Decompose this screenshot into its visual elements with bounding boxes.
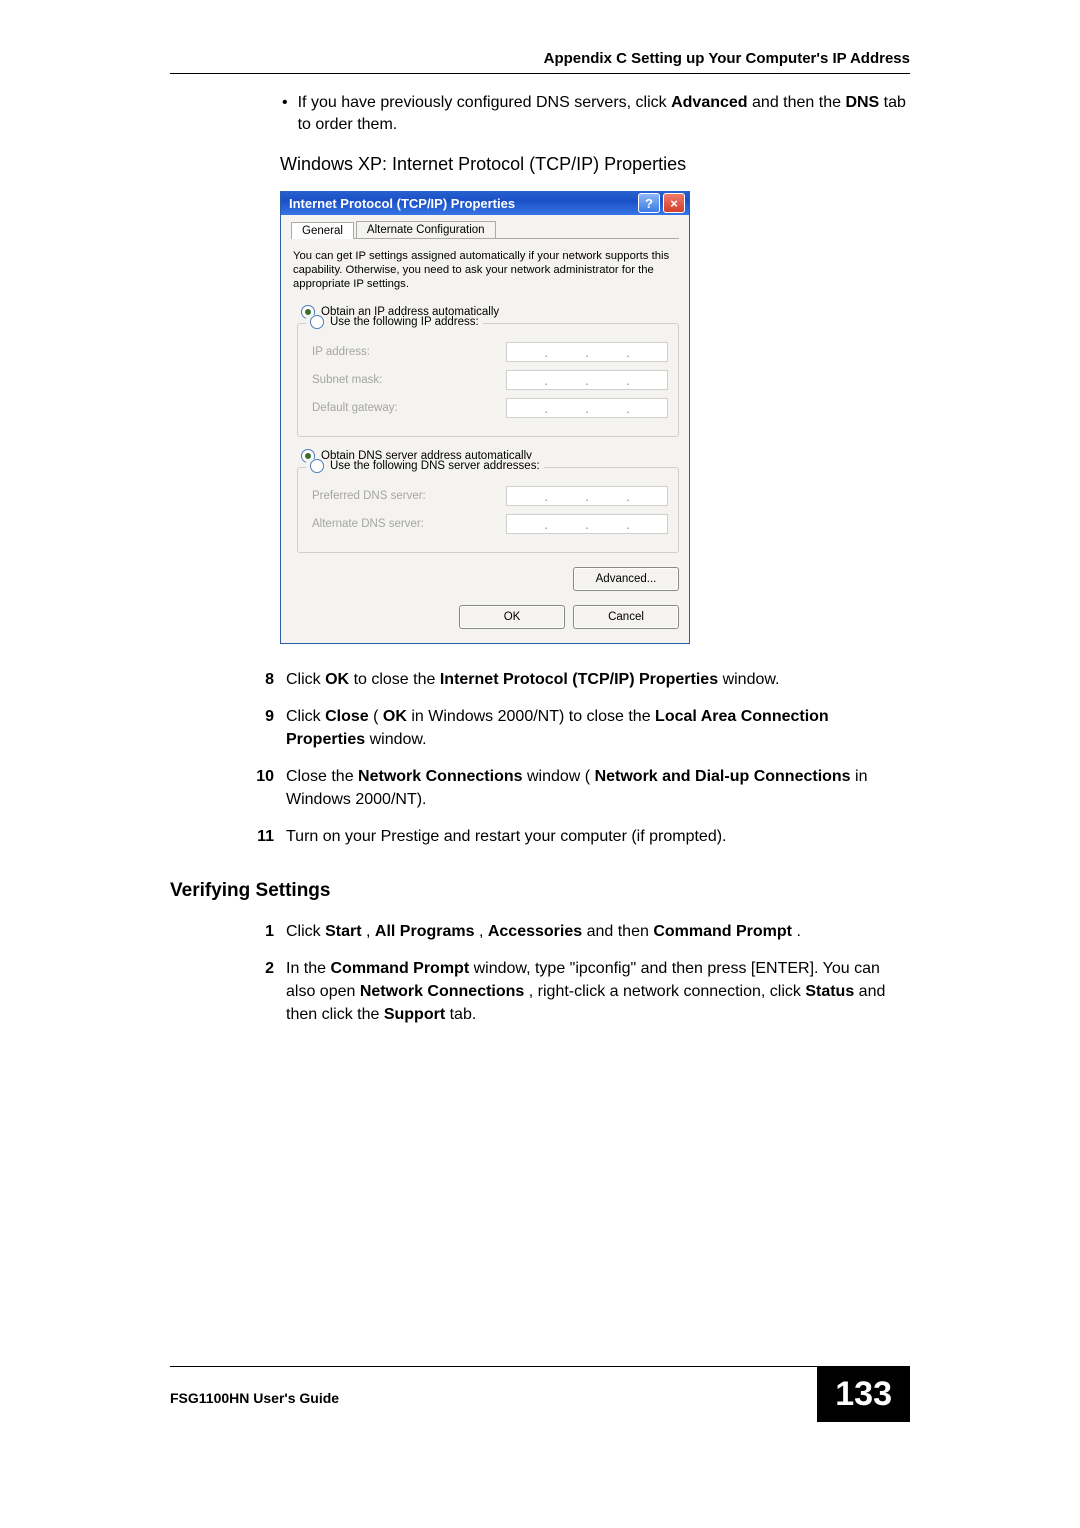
radio-label: Use the following IP address: xyxy=(330,316,479,328)
tab-general[interactable]: General xyxy=(291,222,354,239)
step-10: 10 Close the Network Connections window … xyxy=(252,765,910,811)
step-text: In the xyxy=(286,960,330,977)
step-text: , xyxy=(366,923,375,940)
bold-accessories: Accessories xyxy=(488,923,582,940)
figure-caption: Windows XP: Internet Protocol (TCP/IP) P… xyxy=(280,154,910,175)
input-default-gateway[interactable]: ... xyxy=(506,398,668,418)
dialog-title: Internet Protocol (TCP/IP) Properties xyxy=(289,196,515,211)
help-button[interactable]: ? xyxy=(638,193,660,213)
step-text: Turn on your Prestige and restart your c… xyxy=(286,825,726,848)
step-9: 9 Click Close ( OK in Windows 2000/NT) t… xyxy=(252,705,910,751)
label-default-gateway: Default gateway: xyxy=(312,402,398,414)
bold-support: Support xyxy=(384,1006,445,1023)
bold-close: Close xyxy=(325,708,369,725)
header-rule xyxy=(170,73,910,74)
step-11: 11 Turn on your Prestige and restart you… xyxy=(252,825,910,848)
step-text: to close the xyxy=(354,671,440,688)
step-number: 2 xyxy=(252,957,274,1026)
tab-alternate-configuration[interactable]: Alternate Configuration xyxy=(356,221,496,238)
step-text: Click xyxy=(286,671,325,688)
input-alternate-dns[interactable]: ... xyxy=(506,514,668,534)
group-use-following-dns: Use the following DNS server addresses: … xyxy=(297,467,679,553)
step-text: window ( xyxy=(527,768,590,785)
step-text: Close the xyxy=(286,768,358,785)
bold-network-connections: Network Connections xyxy=(358,768,522,785)
label-preferred-dns: Preferred DNS server: xyxy=(312,490,426,502)
radio-label: Use the following DNS server addresses: xyxy=(330,460,540,472)
step-8: 8 Click OK to close the Internet Protoco… xyxy=(252,668,910,691)
step-number: 8 xyxy=(252,668,274,691)
step-text: , right-click a network connection, clic… xyxy=(529,983,806,1000)
input-preferred-dns[interactable]: ... xyxy=(506,486,668,506)
step-text: Click xyxy=(286,708,325,725)
bold-status: Status xyxy=(805,983,854,1000)
label-subnet-mask: Subnet mask: xyxy=(312,374,382,386)
bold-start: Start xyxy=(325,923,361,940)
bold-command-prompt: Command Prompt xyxy=(653,923,792,940)
step-text: , xyxy=(479,923,488,940)
verify-step-2: 2 In the Command Prompt window, type "ip… xyxy=(252,957,910,1026)
step-text: Click xyxy=(286,923,325,940)
page-footer: FSG1100HN User's Guide 133 xyxy=(170,1366,910,1422)
dialog-intro-text: You can get IP settings assigned automat… xyxy=(293,249,677,291)
tcpip-properties-dialog: Internet Protocol (TCP/IP) Properties ? … xyxy=(280,191,690,644)
step-text: window. xyxy=(723,671,780,688)
bullet-bold-dns: DNS xyxy=(845,94,879,111)
input-ip-address[interactable]: ... xyxy=(506,342,668,362)
dialog-tabs: General Alternate Configuration xyxy=(291,221,679,239)
step-number: 10 xyxy=(252,765,274,811)
bullet-dot: • xyxy=(282,92,288,136)
label-ip-address: IP address: xyxy=(312,346,370,358)
bold-command-prompt: Command Prompt xyxy=(330,960,469,977)
bold-ok: OK xyxy=(325,671,349,688)
advanced-button[interactable]: Advanced... xyxy=(573,567,679,591)
cancel-button[interactable]: Cancel xyxy=(573,605,679,629)
bullet-bold-advanced: Advanced xyxy=(671,94,747,111)
bold-ok: OK xyxy=(383,708,407,725)
verify-step-1: 1 Click Start , All Programs , Accessori… xyxy=(252,920,910,943)
step-text: in Windows 2000/NT) to close the xyxy=(411,708,655,725)
dialog-titlebar: Internet Protocol (TCP/IP) Properties ? … xyxy=(281,191,689,215)
heading-verifying-settings: Verifying Settings xyxy=(170,880,910,902)
input-subnet-mask[interactable]: ... xyxy=(506,370,668,390)
bullet-dns-advanced: • If you have previously configured DNS … xyxy=(280,92,910,136)
close-icon[interactable]: × xyxy=(663,193,685,213)
step-text: and then xyxy=(587,923,654,940)
label-alternate-dns: Alternate DNS server: xyxy=(312,518,424,530)
ok-button[interactable]: OK xyxy=(459,605,565,629)
step-text: tab. xyxy=(450,1006,477,1023)
bold-all-programs: All Programs xyxy=(375,923,475,940)
radio-icon[interactable] xyxy=(310,459,324,473)
appendix-header: Appendix C Setting up Your Computer's IP… xyxy=(170,50,910,67)
bold-tcpip-properties: Internet Protocol (TCP/IP) Properties xyxy=(440,671,718,688)
step-text: window. xyxy=(370,731,427,748)
bullet-text-pre: If you have previously configured DNS se… xyxy=(298,94,671,111)
step-text: ( xyxy=(373,708,378,725)
group-use-following-ip: Use the following IP address: IP address… xyxy=(297,323,679,437)
page-number: 133 xyxy=(817,1367,910,1422)
radio-icon[interactable] xyxy=(310,315,324,329)
step-number: 11 xyxy=(252,825,274,848)
step-text: . xyxy=(796,923,800,940)
step-number: 1 xyxy=(252,920,274,943)
bold-network-connections: Network Connections xyxy=(360,983,524,1000)
bullet-text-mid: and then the xyxy=(752,94,845,111)
step-number: 9 xyxy=(252,705,274,751)
footer-guide-name: FSG1100HN User's Guide xyxy=(170,1390,339,1406)
bold-network-dialup: Network and Dial-up Connections xyxy=(595,768,851,785)
